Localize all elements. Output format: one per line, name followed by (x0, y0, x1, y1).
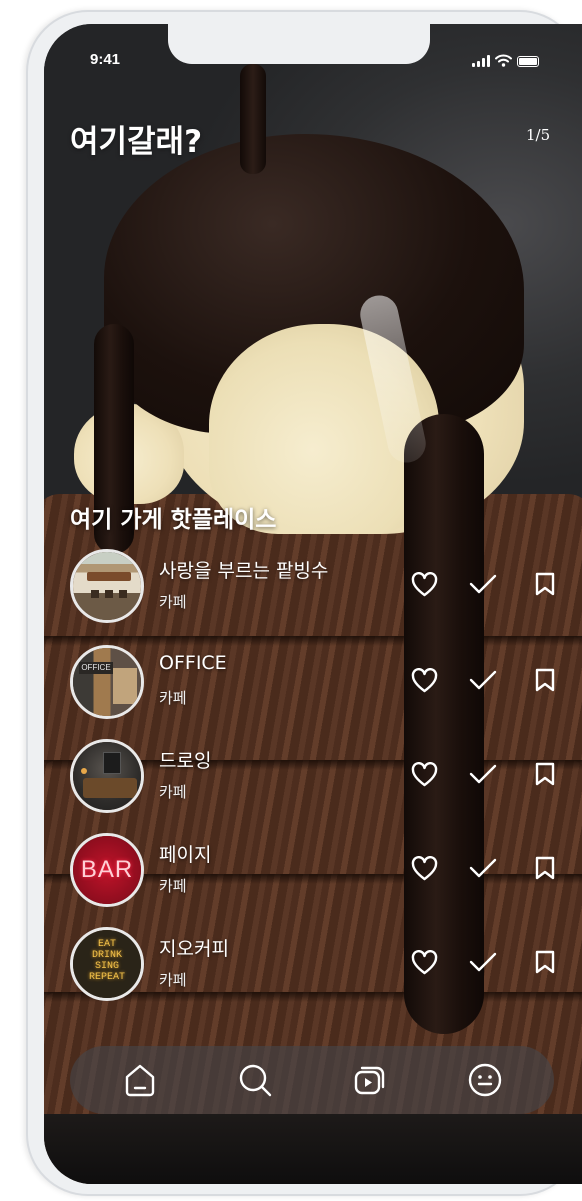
bookmark-icon (535, 950, 555, 974)
check-icon (469, 764, 497, 784)
place-row[interactable]: OFFICE OFFICE 카페 (70, 645, 570, 721)
visited-button[interactable] (468, 569, 498, 599)
like-button[interactable] (409, 853, 439, 883)
place-category: 카페 (159, 783, 187, 801)
place-category: 카페 (159, 689, 187, 707)
neon-text: EAT DRINK SING REPEAT (73, 939, 141, 983)
like-button[interactable] (409, 759, 439, 789)
bookmark-button[interactable] (530, 759, 560, 789)
wifi-icon (495, 54, 512, 67)
heart-icon (411, 855, 437, 880)
nav-media-button[interactable] (348, 1058, 392, 1102)
place-thumbnail[interactable]: EAT DRINK SING REPEAT (70, 927, 144, 1001)
bookmark-button[interactable] (530, 853, 560, 883)
bookmark-icon (535, 856, 555, 880)
bookmark-button[interactable] (530, 665, 560, 695)
heart-icon (411, 761, 437, 786)
neon-line: EAT (97, 939, 116, 950)
nav-home-button[interactable] (118, 1058, 162, 1102)
bookmark-button[interactable] (530, 569, 560, 599)
visited-button[interactable] (468, 759, 498, 789)
neon-text: BAR (80, 856, 134, 883)
bookmark-icon (535, 762, 555, 786)
smile-icon (468, 1063, 501, 1097)
place-name: 드로잉 (159, 750, 212, 772)
like-button[interactable] (409, 665, 439, 695)
place-thumbnail[interactable]: BAR (70, 833, 144, 907)
place-thumbnail[interactable] (70, 739, 144, 813)
place-name: 사랑을 부르는 팥빙수 (159, 560, 329, 582)
nav-profile-button[interactable] (463, 1058, 507, 1102)
place-thumbnail[interactable]: OFFICE (70, 645, 144, 719)
place-name: 페이지 (159, 844, 212, 866)
signal-icon (472, 55, 490, 67)
place-thumbnail[interactable] (70, 549, 144, 623)
media-play-icon (354, 1066, 384, 1095)
section-title: 여기 가게 핫플레이스 (70, 507, 277, 533)
bookmark-button[interactable] (530, 947, 560, 977)
plate (44, 1114, 582, 1184)
place-category: 카페 (159, 877, 187, 895)
battery-icon (517, 56, 539, 67)
check-icon (469, 670, 497, 690)
nav-search-button[interactable] (233, 1058, 277, 1102)
page-indicator: 1/5 (526, 126, 551, 144)
heart-icon (411, 571, 437, 596)
like-button[interactable] (409, 947, 439, 977)
home-icon (125, 1064, 154, 1097)
search-icon (239, 1064, 271, 1097)
bottom-nav (70, 1046, 554, 1114)
bookmark-icon (535, 572, 555, 596)
check-icon (469, 952, 497, 972)
bookmark-icon (535, 668, 555, 692)
neon-line: DRINK (91, 950, 122, 961)
neon-line: REPEAT (88, 972, 125, 983)
check-icon (469, 858, 497, 878)
heart-icon (411, 667, 437, 692)
status-icons (472, 53, 539, 67)
notch (168, 24, 430, 64)
neon-line: SING (94, 961, 119, 972)
place-row[interactable]: 사랑을 부르는 팥빙수 카페 (70, 549, 570, 625)
place-name: 지오커피 (159, 938, 229, 960)
visited-button[interactable] (468, 665, 498, 695)
app-title: 여기갈래? (70, 124, 203, 160)
status-time: 9:41 (90, 51, 121, 68)
check-icon (469, 574, 497, 594)
visited-button[interactable] (468, 853, 498, 883)
place-category: 카페 (159, 593, 187, 611)
place-row[interactable]: BAR 페이지 카페 (70, 833, 570, 909)
heart-icon (411, 949, 437, 974)
place-row[interactable]: 드로잉 카페 (70, 739, 570, 815)
place-name: OFFICE (159, 652, 227, 674)
place-category: 카페 (159, 971, 187, 989)
chocolate-stream (240, 64, 266, 174)
visited-button[interactable] (468, 947, 498, 977)
like-button[interactable] (409, 569, 439, 599)
place-row[interactable]: EAT DRINK SING REPEAT 지오커피 카페 (70, 927, 570, 1003)
